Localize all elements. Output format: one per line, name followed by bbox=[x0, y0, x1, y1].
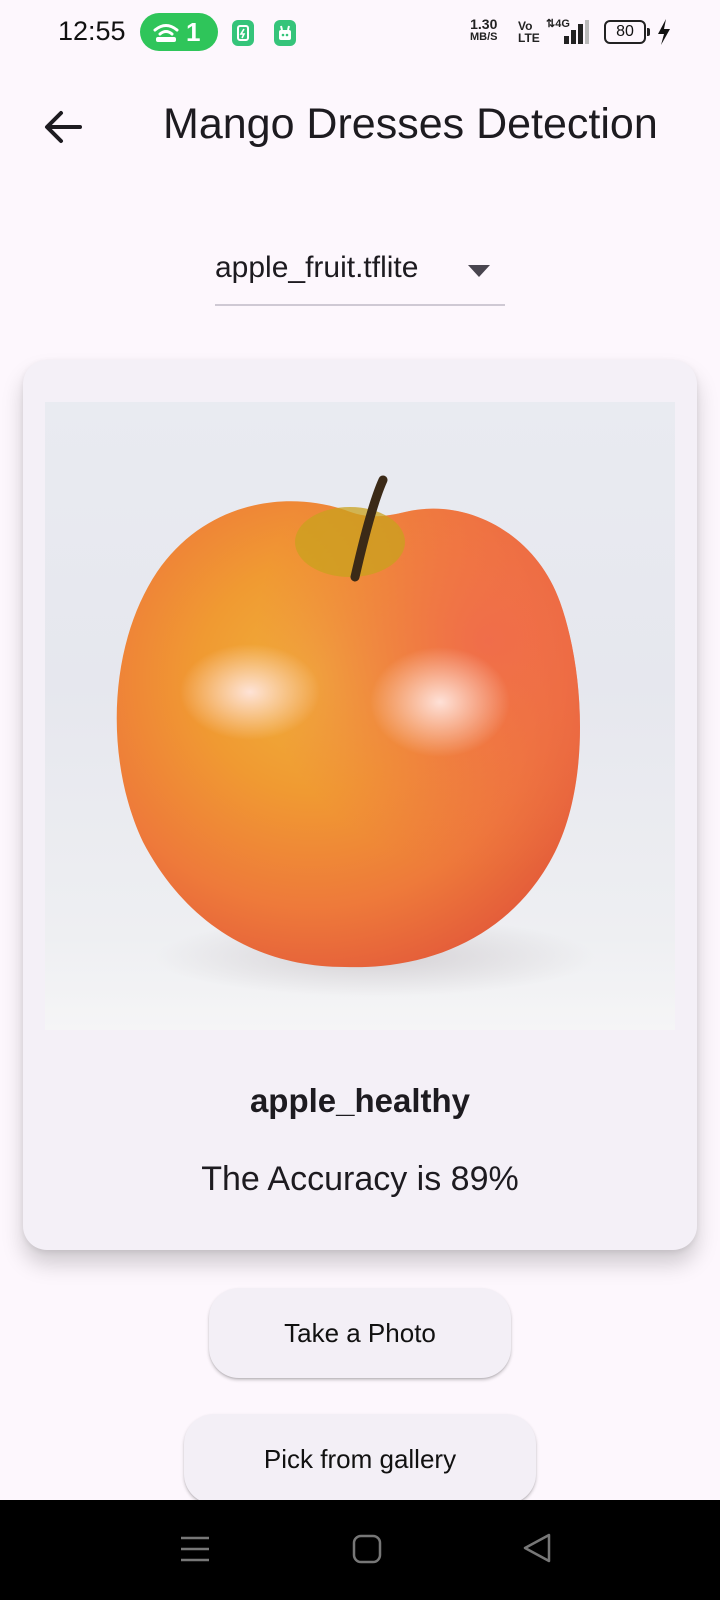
signal-icon: ⇅4G bbox=[546, 18, 589, 44]
battery-saver-icon bbox=[232, 20, 254, 46]
apple-image bbox=[116, 475, 595, 997]
network-speed: 1.30 MB/S bbox=[470, 16, 498, 43]
pick-gallery-button[interactable]: Pick from gallery bbox=[184, 1414, 536, 1504]
volte-indicator: Vo LTE bbox=[518, 19, 540, 45]
charging-icon bbox=[658, 19, 670, 45]
status-bar: 12:55 1 1.30 MB/S Vo LTE ⇅4G 80 bbox=[0, 0, 720, 66]
dropdown-arrow-icon bbox=[468, 265, 490, 277]
fruit-photo bbox=[45, 402, 675, 1030]
svg-text:⇅4G: ⇅4G bbox=[546, 18, 570, 30]
status-time: 12:55 bbox=[58, 16, 126, 46]
prediction-label: apple_healthy bbox=[249, 1082, 471, 1119]
hotspot-count: 1 bbox=[186, 17, 201, 47]
battery-icon: 80 bbox=[604, 20, 650, 44]
hotspot-pill: 1 bbox=[140, 13, 218, 51]
back-button[interactable] bbox=[38, 102, 88, 152]
system-nav-bar bbox=[0, 1500, 720, 1600]
model-dropdown[interactable]: apple_fruit.tflite bbox=[215, 246, 505, 306]
nav-back-icon[interactable] bbox=[522, 1532, 552, 1564]
accuracy-text: The Accuracy is 89% bbox=[201, 1160, 519, 1198]
hotspot-icon bbox=[153, 24, 179, 42]
page-title: Mango Dresses Detection bbox=[163, 100, 658, 148]
result-card: apple_healthy The Accuracy is 89% bbox=[23, 360, 697, 1250]
take-photo-button[interactable]: Take a Photo bbox=[209, 1288, 511, 1378]
app-notification-icon bbox=[274, 20, 296, 46]
home-icon[interactable] bbox=[352, 1534, 382, 1564]
recent-apps-icon[interactable] bbox=[180, 1534, 210, 1564]
model-dropdown-value: apple_fruit.tflite bbox=[215, 251, 419, 284]
arrow-left-icon bbox=[45, 111, 82, 143]
